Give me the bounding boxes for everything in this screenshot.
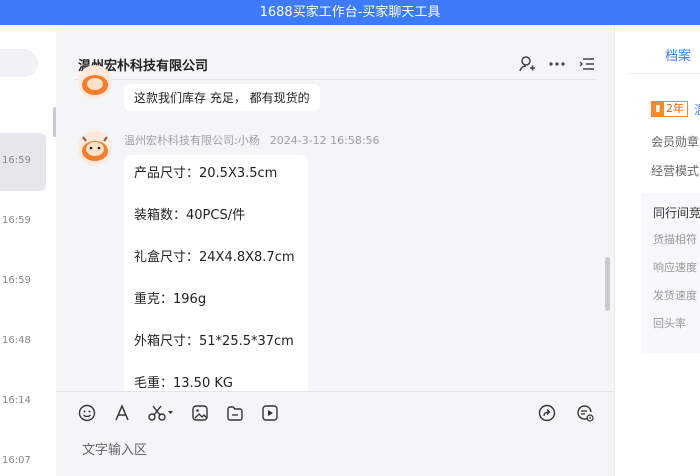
profile-panel: 档案 ▮2年 温 会员勋章 经营模式 同行间竞 货描相符 响应速度 发货速度 回… xyxy=(614,25,700,476)
message-line: 礼盒尺寸：24X4.8X8.7cm xyxy=(134,250,295,265)
list-item[interactable]: 16:59 xyxy=(0,133,46,191)
peer-title: 同行间竞 xyxy=(653,206,700,220)
list-item[interactable]: 16:48 xyxy=(0,313,46,371)
metric-label: 响应速度 xyxy=(653,261,697,274)
screenshot-scissors-icon[interactable] xyxy=(148,404,174,422)
message-line: 重克：196g xyxy=(134,292,207,307)
metric-label: 发货速度 xyxy=(653,289,697,302)
search-input[interactable] xyxy=(0,49,38,77)
avatar[interactable] xyxy=(78,131,112,165)
tab-divider xyxy=(629,73,700,74)
sender-name: 温州宏朴科技有限公司:小杨 xyxy=(124,134,260,147)
message-line: 外箱尺寸：51*25.5*37cm xyxy=(134,334,294,349)
list-item[interactable]: 16:59 xyxy=(0,193,46,251)
message-line: 产品尺寸：20.5X3.5cm xyxy=(134,166,278,181)
conversation-list: 16:59 16:59 16:59 16:48 16:14 16:07 xyxy=(0,25,56,476)
header-divider xyxy=(74,79,596,80)
list-item[interactable]: 16:14 xyxy=(0,373,46,431)
list-item[interactable]: 16:59 xyxy=(0,253,46,311)
more-icon[interactable] xyxy=(548,55,565,71)
menu-list-icon[interactable] xyxy=(578,55,594,71)
file-icon[interactable] xyxy=(226,404,244,422)
company-name-truncated[interactable]: 温 xyxy=(694,101,700,118)
video-icon[interactable] xyxy=(261,404,279,422)
years-badge: ▮ 2年 xyxy=(651,101,688,117)
emoji-icon[interactable] xyxy=(78,404,96,422)
message-bubble: 产品尺寸：20.5X3.5cm 装箱数：40PCS/件 礼盒尺寸：24X4.8X… xyxy=(124,155,308,395)
share-icon[interactable] xyxy=(538,404,556,422)
message-meta: 温州宏朴科技有限公司:小杨 2024-3-12 16:58:56 xyxy=(124,132,380,148)
font-icon[interactable] xyxy=(113,404,131,422)
history-icon[interactable] xyxy=(576,404,594,422)
chat-panel: 温州宏朴科技有限公司 这款我们库存 充足， 都有现货的 温州宏朴科技有限公司:小… xyxy=(56,25,614,476)
image-icon[interactable] xyxy=(191,404,209,422)
tab-profile[interactable]: 档案 xyxy=(665,45,691,64)
input-area[interactable]: 文字输入区 xyxy=(56,391,614,476)
member-medal-label: 会员勋章 xyxy=(651,135,700,149)
badge-mark-icon: ▮ xyxy=(652,102,664,116)
add-contact-icon[interactable] xyxy=(518,55,535,72)
message-bubble: 这款我们库存 充足， 都有现货的 xyxy=(124,84,320,111)
avatar[interactable] xyxy=(78,65,112,99)
metric-label: 货描相符 xyxy=(653,233,697,246)
chat-scrollbar[interactable] xyxy=(605,257,610,311)
peer-comparison-box: 同行间竞 货描相符 响应速度 发货速度 回头率 xyxy=(641,193,700,353)
message-time: 2024-3-12 16:58:56 xyxy=(269,134,380,147)
message-input[interactable]: 文字输入区 xyxy=(82,439,147,458)
business-mode-label: 经营模式 xyxy=(651,164,700,178)
window-title: 1688买家工作台-买家聊天工具 xyxy=(0,0,700,25)
list-item[interactable]: 16:07 xyxy=(0,433,46,476)
metric-label: 回头率 xyxy=(653,317,686,330)
message-line: 装箱数：40PCS/件 xyxy=(134,208,246,223)
